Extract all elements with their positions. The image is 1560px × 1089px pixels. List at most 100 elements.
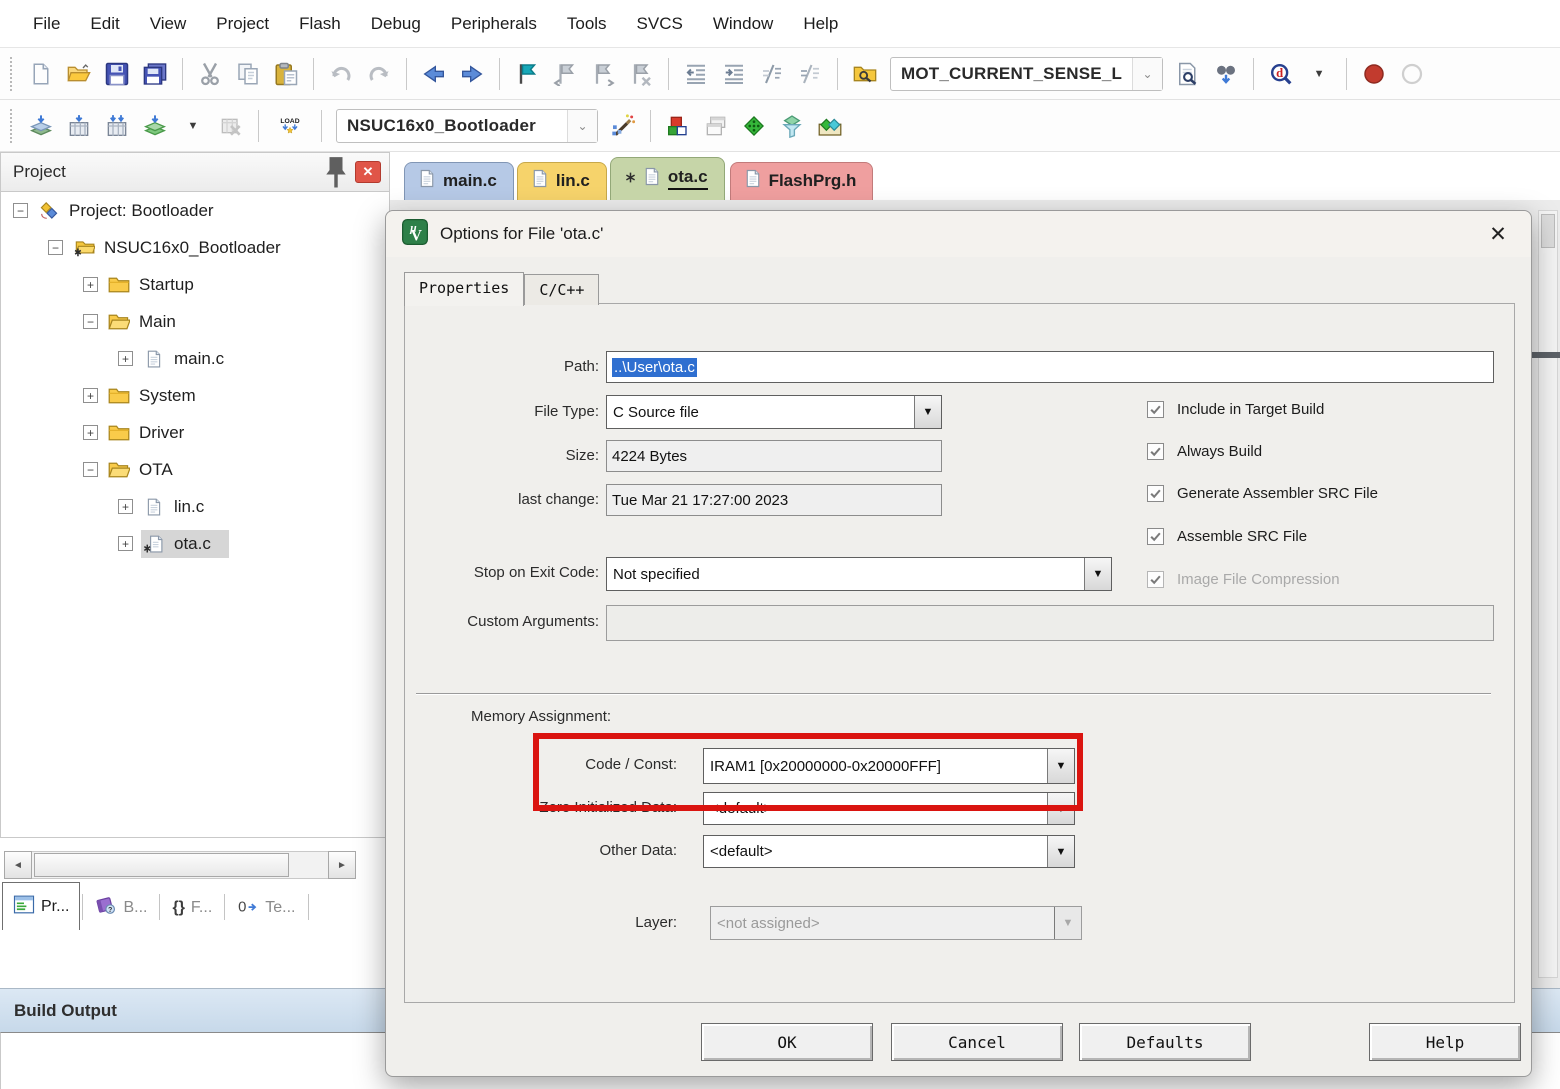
find-in-files-icon[interactable] [846, 55, 884, 93]
tree-item-system[interactable]: + System [1, 377, 389, 414]
nav-back-icon[interactable] [415, 55, 453, 93]
save-all-icon[interactable] [136, 55, 174, 93]
save-icon[interactable] [98, 55, 136, 93]
menu-tools[interactable]: Tools [552, 10, 622, 38]
combo-arrow-icon[interactable]: ▼ [1047, 793, 1074, 824]
collapse-icon[interactable]: − [13, 203, 28, 218]
breakpoint-red-icon[interactable] [1355, 55, 1393, 93]
expand-icon[interactable]: + [83, 425, 98, 440]
tree-item-startup[interactable]: + Startup [1, 266, 389, 303]
other-data-combo[interactable]: <default>▼ [703, 835, 1075, 868]
expand-icon[interactable]: + [83, 388, 98, 403]
rebuild-all-icon[interactable] [98, 107, 136, 145]
combo-arrow-icon[interactable]: ▼ [914, 396, 941, 428]
build-target-icon[interactable] [60, 107, 98, 145]
checkbox-always-build[interactable]: Always Build [1147, 443, 1262, 460]
dialog-tab-properties[interactable]: Properties [404, 272, 524, 306]
checkbox-assemble-src-file[interactable]: Assemble SRC File [1147, 528, 1307, 545]
tree-item-body[interactable]: Startup [106, 271, 212, 299]
function-search-combo[interactable]: MOT_CURRENT_SENSE_L⌄ [890, 57, 1163, 91]
breakpoint-empty-icon[interactable] [1393, 55, 1431, 93]
expand-icon[interactable]: + [118, 499, 133, 514]
tree-item-body[interactable]: NSUC16x0_Bootloader [71, 234, 299, 262]
checkbox-check-icon[interactable] [1147, 443, 1164, 460]
manage-rte-icon[interactable] [659, 107, 697, 145]
code-const-combo[interactable]: IRAM1 [0x20000000-0x20000FFF]▼ [703, 748, 1075, 784]
dialog-close-icon[interactable]: ✕ [1481, 218, 1515, 250]
incremental-find-icon[interactable] [1207, 55, 1245, 93]
stop-on-exit-combo[interactable]: Not specified▼ [606, 557, 1112, 591]
cut-icon[interactable] [191, 55, 229, 93]
open-folder-icon[interactable] [60, 55, 98, 93]
tree-item-body[interactable]: lin.c [141, 493, 222, 521]
pack-installer-icon[interactable] [735, 107, 773, 145]
panel-tab-b[interactable]: ?B... [85, 886, 157, 930]
tree-item-body[interactable]: ota.c [141, 530, 229, 558]
batch-build-icon[interactable] [136, 107, 174, 145]
combo-arrow-icon[interactable]: ▼ [1047, 836, 1074, 867]
nav-forward-icon[interactable] [453, 55, 491, 93]
menu-peripherals[interactable]: Peripherals [436, 10, 552, 38]
path-input[interactable]: ..\User\ota.c [606, 351, 1494, 383]
software-packs-icon[interactable] [811, 107, 849, 145]
find-in-doc-icon[interactable] [1169, 55, 1207, 93]
expand-icon[interactable]: + [118, 536, 133, 551]
bookmark-clear-icon[interactable] [622, 55, 660, 93]
collapse-icon[interactable]: − [83, 462, 98, 477]
collapse-icon[interactable]: − [48, 240, 63, 255]
tree-item-body[interactable]: Driver [106, 419, 202, 447]
select-packs-icon[interactable] [773, 107, 811, 145]
horizontal-scrollbar[interactable]: ◄ ► [4, 850, 356, 880]
cancel-button[interactable]: Cancel [891, 1023, 1063, 1061]
scroll-right-button[interactable]: ► [328, 851, 356, 879]
checkbox-check-icon[interactable] [1147, 485, 1164, 502]
zero-init-combo[interactable]: <default>▼ [703, 792, 1075, 825]
dropdown-caret-icon[interactable]: ▼ [1300, 55, 1338, 93]
panel-tab-pr[interactable]: Pr... [2, 882, 80, 930]
quick-search-icon[interactable]: d [1262, 55, 1300, 93]
expand-icon[interactable]: + [118, 351, 133, 366]
copy-icon[interactable] [229, 55, 267, 93]
editor-tab-flashprg-h[interactable]: FlashPrg.h [730, 162, 874, 200]
tree-item-body[interactable]: System [106, 382, 214, 410]
close-panel-button[interactable]: ✕ [355, 161, 381, 183]
custom-arguments-input[interactable] [606, 605, 1494, 641]
menu-help[interactable]: Help [788, 10, 853, 38]
combo-arrow-icon[interactable]: ▼ [1047, 749, 1074, 783]
comment-icon[interactable] [753, 55, 791, 93]
tree-item-nsuc16x0-bootloader[interactable]: −NSUC16x0_Bootloader [1, 229, 389, 266]
tree-item-body[interactable]: Main [106, 308, 194, 336]
stop-build-icon[interactable] [212, 107, 250, 145]
panel-tab-f[interactable]: {}F... [162, 886, 222, 930]
uncomment-icon[interactable] [791, 55, 829, 93]
ok-button[interactable]: OK [701, 1023, 873, 1061]
expand-icon[interactable]: + [83, 277, 98, 292]
checkbox-check-icon[interactable] [1147, 401, 1164, 418]
tree-item-main[interactable]: −Main [1, 303, 389, 340]
checkbox-include-in-target-build[interactable]: Include in Target Build [1147, 401, 1324, 418]
combo-arrow-icon[interactable]: ▼ [1084, 558, 1111, 590]
scrollbar-thumb[interactable] [34, 853, 289, 877]
scroll-left-button[interactable]: ◄ [4, 851, 32, 879]
bookmark-next-icon[interactable] [584, 55, 622, 93]
editor-vertical-scrollbar[interactable] [1538, 210, 1558, 978]
scrollbar-thumb[interactable] [1541, 214, 1555, 248]
tree-item-driver[interactable]: + Driver [1, 414, 389, 451]
tree-item-ota-c[interactable]: + ota.c [1, 525, 389, 562]
dialog-tab-c-c-[interactable]: C/C++ [524, 274, 599, 305]
chevron-down-icon[interactable]: ⌄ [567, 110, 597, 142]
panel-tab-te[interactable]: 0Te... [227, 886, 305, 930]
scrollbar-track[interactable] [32, 851, 328, 879]
bookmark-prev-icon[interactable] [546, 55, 584, 93]
menu-file[interactable]: File [18, 10, 75, 38]
tree-item-body[interactable]: OTA [106, 456, 191, 484]
pin-icon[interactable] [323, 160, 349, 184]
outdent-icon[interactable] [677, 55, 715, 93]
menu-project[interactable]: Project [201, 10, 284, 38]
dialog-title-bar[interactable]: µV Options for File 'ota.c' ✕ [386, 211, 1531, 257]
tree-item-body[interactable]: Project: Bootloader [36, 197, 232, 225]
menu-window[interactable]: Window [698, 10, 788, 38]
undo-icon[interactable] [322, 55, 360, 93]
tree-item-main-c[interactable]: +main.c [1, 340, 389, 377]
editor-tab-ota-c[interactable]: ota.c [610, 157, 725, 200]
